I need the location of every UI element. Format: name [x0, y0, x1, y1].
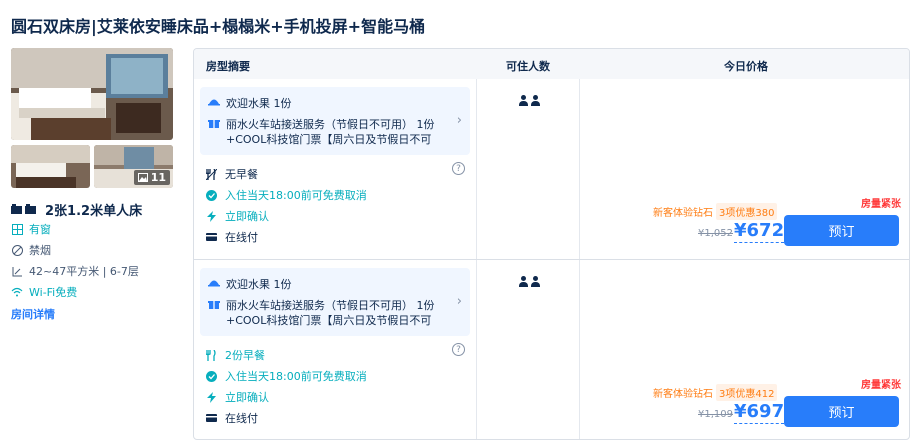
promo-tag: 新客体验钻石 — [653, 208, 713, 219]
room-detail-link[interactable]: 房间详情 — [11, 306, 55, 322]
room-photo-thumb-1[interactable] — [11, 145, 90, 188]
promo-discount: 3项优惠380 — [716, 203, 778, 220]
promo-discount: 3项优惠412 — [716, 384, 778, 401]
bed-label: 2张1.2米单人床 — [45, 204, 143, 219]
guest-capacity — [519, 95, 540, 106]
chevron-right-icon: › — [456, 113, 462, 128]
payment-type: 在线付 — [206, 229, 258, 245]
check-circle-icon — [206, 370, 217, 382]
payment-type: 在线付 — [206, 410, 258, 426]
bed-icon — [11, 203, 36, 214]
lightning-icon — [206, 210, 217, 222]
help-icon[interactable]: ? — [452, 343, 465, 356]
cancel-policy: 入住当天18:00前可免费取消 — [206, 187, 367, 203]
promo-tag: 新客体验钻石 — [653, 389, 713, 400]
promo-tags[interactable]: 新客体验钻石 3项优惠380 — [650, 203, 778, 220]
person-icon — [531, 95, 540, 106]
area-icon — [11, 265, 23, 277]
scarcity-label: 房量紧张 — [861, 199, 901, 210]
rate-plan-row: 欢迎水果 1份 丽水火车站接送服务（节假日不可用） 1份 +COOL科技馆门票【… — [194, 260, 909, 439]
room-title: 圆石双床房|艾莱依安睡床品+榻榻米+手机投屏+智能马桶 — [11, 17, 426, 36]
wifi-icon — [11, 286, 23, 298]
facility-no-smoking: 禁烟 — [11, 242, 51, 258]
current-price[interactable]: ¥672 — [734, 220, 785, 243]
person-icon — [519, 95, 528, 106]
current-price[interactable]: ¥697 — [734, 401, 785, 424]
card-icon — [206, 232, 217, 243]
check-circle-icon — [206, 189, 217, 201]
cutlery-icon — [206, 349, 217, 361]
table-header: 房型摘要 可住人数 今日价格 — [194, 49, 909, 79]
room-photo-main[interactable] — [11, 48, 173, 140]
cancel-policy: 入住当天18:00前可免费取消 — [206, 368, 367, 384]
book-button[interactable]: 预订 — [784, 396, 899, 427]
chevron-right-icon: › — [456, 294, 462, 309]
meal-info: 2份早餐 — [206, 347, 265, 363]
gift-icon — [208, 117, 220, 132]
original-price: ¥1,109 — [698, 409, 733, 420]
image-icon — [137, 173, 148, 182]
instant-confirm: 立即确认 — [206, 208, 269, 224]
fruit-icon — [208, 95, 220, 109]
facility-wifi: Wi-Fi免费 — [11, 284, 77, 300]
photo-count: 11 — [150, 171, 166, 184]
promo-tags[interactable]: 新客体验钻石 3项优惠412 — [650, 384, 778, 401]
scarcity-label: 房量紧张 — [861, 380, 901, 391]
header-price: 今日价格 — [724, 60, 768, 73]
help-icon[interactable]: ? — [452, 162, 465, 175]
header-guests: 可住人数 — [506, 60, 550, 73]
rate-plan-table: 房型摘要 可住人数 今日价格 欢迎水果 1份 丽水火车站接送服务（节假日不可用）… — [193, 48, 910, 440]
original-price: ¥1,052 — [698, 228, 733, 239]
guest-capacity — [519, 276, 540, 287]
header-room-summary: 房型摘要 — [206, 60, 250, 73]
fruit-icon — [208, 276, 220, 290]
rate-plan-row: 欢迎水果 1份 丽水火车站接送服务（节假日不可用） 1份 +COOL科技馆门票【… — [194, 79, 909, 259]
facility-area-floor: 42~47平方米 | 6-7层 — [11, 263, 139, 279]
person-icon — [519, 276, 528, 287]
card-icon — [206, 413, 217, 424]
bed-info: 2张1.2米单人床 — [11, 200, 142, 219]
gift-icon — [208, 298, 220, 313]
no-smoking-icon — [11, 244, 23, 256]
person-icon — [531, 276, 540, 287]
book-button[interactable]: 预订 — [784, 215, 899, 246]
room-photo-thumb-2[interactable]: 11 — [94, 145, 173, 188]
facility-window: 有窗 — [11, 221, 51, 237]
photo-count-badge: 11 — [133, 170, 170, 185]
lightning-icon — [206, 391, 217, 403]
cutlery-icon — [206, 168, 217, 180]
window-icon — [11, 223, 23, 235]
meal-info: 无早餐 — [206, 166, 258, 182]
perks-box[interactable]: 欢迎水果 1份 丽水火车站接送服务（节假日不可用） 1份 +COOL科技馆门票【… — [200, 268, 470, 336]
perks-box[interactable]: 欢迎水果 1份 丽水火车站接送服务（节假日不可用） 1份 +COOL科技馆门票【… — [200, 87, 470, 155]
instant-confirm: 立即确认 — [206, 389, 269, 405]
